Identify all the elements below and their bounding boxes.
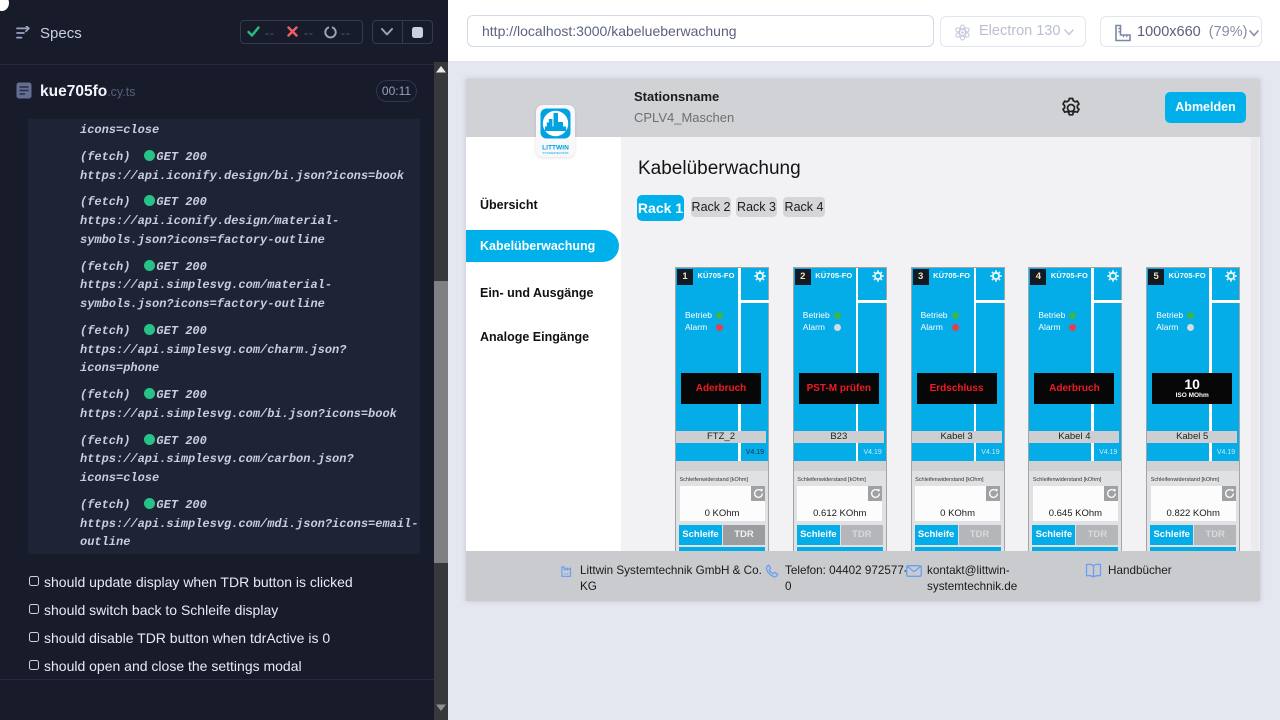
svg-text:SYSTEMTECHNIK: SYSTEMTECHNIK: [542, 151, 569, 155]
